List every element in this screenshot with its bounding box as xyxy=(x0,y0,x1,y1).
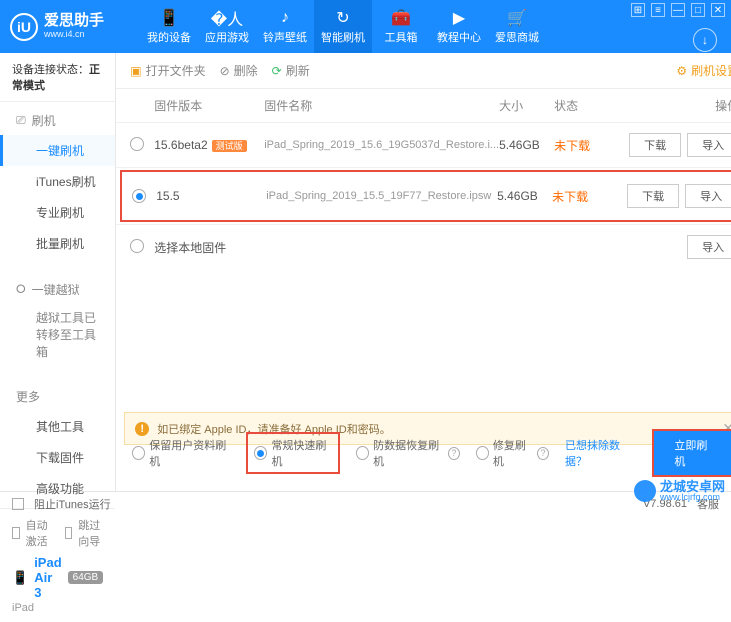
skip-wizard-checkbox[interactable] xyxy=(65,527,73,539)
delete-icon: ⊘ xyxy=(220,64,230,78)
maximize-button[interactable]: □ xyxy=(691,3,705,17)
opt-fast-flash[interactable]: 常规快速刷机 xyxy=(246,432,340,474)
nav-toolbox[interactable]: 🧰工具箱 xyxy=(372,0,430,53)
jailbreak-note: 越狱工具已转移至工具箱 xyxy=(0,304,115,366)
downloads-button[interactable]: ↓ xyxy=(693,28,717,52)
row-radio[interactable] xyxy=(130,137,144,151)
watermark-icon xyxy=(634,480,656,502)
flash-options: 保留用户资料刷机 常规快速刷机 防数据恢复刷机? 修复刷机? 已想抹除数据？ 立… xyxy=(124,423,731,483)
col-ops: 操作 xyxy=(604,97,731,114)
col-size: 大小 xyxy=(499,97,554,114)
logo-area: iU 爱思助手 www.i4.cn xyxy=(10,13,140,41)
import-button[interactable]: 导入 xyxy=(685,184,731,208)
app-header: iU 爱思助手 www.i4.cn 📱我的设备 �人应用游戏 ♪铃声壁纸 ↻智能… xyxy=(0,0,731,53)
sidebar-item-other[interactable]: 其他工具 xyxy=(0,411,115,442)
toolbar: ▣打开文件夹 ⊘删除 ⟳刷新 ⚙刷机设置 xyxy=(116,53,731,89)
main-panel: ▣打开文件夹 ⊘删除 ⟳刷新 ⚙刷机设置 固件版本 固件名称 大小 状态 操作 … xyxy=(116,53,731,491)
brand-name: 爱思助手 xyxy=(44,13,104,30)
storage-badge: 64GB xyxy=(68,571,104,584)
toolbox-icon: 🧰 xyxy=(391,9,411,27)
device-name[interactable]: 📱 iPad Air 364GB xyxy=(12,555,103,600)
col-version: 固件版本 xyxy=(154,97,264,114)
sidebar: 设备连接状态：正常模式 ⎚刷机 一键刷机 iTunes刷机 专业刷机 批量刷机 … xyxy=(0,53,116,491)
connection-status: 设备连接状态：正常模式 xyxy=(0,53,115,102)
nav-tutorials[interactable]: ▶教程中心 xyxy=(430,0,488,53)
refresh-icon: ⟳ xyxy=(272,64,282,78)
download-button[interactable]: 下载 xyxy=(629,133,681,157)
info-icon[interactable]: ? xyxy=(537,447,549,460)
brand-url: www.i4.cn xyxy=(44,30,104,40)
play-icon: ▶ xyxy=(453,9,465,27)
delete-button[interactable]: ⊘删除 xyxy=(220,62,258,79)
col-status: 状态 xyxy=(554,97,604,114)
flash-settings-button[interactable]: ⚙刷机设置 xyxy=(676,62,731,79)
watermark: 龙城安卓网 www.lcjrfg.com xyxy=(634,480,725,502)
grid-button[interactable]: ⊞ xyxy=(631,3,645,17)
sidebar-item-oneclick[interactable]: 一键刷机 xyxy=(0,135,115,166)
sidebar-head-flash: ⎚刷机 xyxy=(0,106,115,135)
col-name: 固件名称 xyxy=(264,97,499,114)
block-itunes-checkbox[interactable] xyxy=(12,498,24,510)
nav-apps[interactable]: �人应用游戏 xyxy=(198,0,256,53)
flash-now-button[interactable]: 立即刷机 xyxy=(652,429,731,477)
apps-icon: �人 xyxy=(211,9,243,27)
device-icon: 📱 xyxy=(159,9,179,27)
device-panel: 自动激活 跳过向导 📱 iPad Air 364GB iPad xyxy=(0,508,115,622)
sidebar-item-pro[interactable]: 专业刷机 xyxy=(0,197,115,228)
unlock-icon: ⭘ xyxy=(16,282,26,297)
nav-store[interactable]: 🛒爱思商城 xyxy=(488,0,546,53)
table-header: 固件版本 固件名称 大小 状态 操作 xyxy=(116,89,731,123)
logo-icon: iU xyxy=(10,13,38,41)
refresh-icon: ↻ xyxy=(336,9,349,27)
music-icon: ♪ xyxy=(281,9,289,27)
info-icon[interactable]: ? xyxy=(448,447,460,460)
import-button[interactable]: 导入 xyxy=(687,235,731,259)
gear-icon: ⚙ xyxy=(676,64,687,78)
opt-antirecovery[interactable]: 防数据恢复刷机? xyxy=(356,437,460,469)
beta-tag: 测试版 xyxy=(212,140,247,152)
opt-keep-data[interactable]: 保留用户资料刷机 xyxy=(132,437,230,469)
menu-button[interactable]: ≡ xyxy=(651,3,665,17)
download-icon: ↓ xyxy=(702,33,708,47)
download-button[interactable]: 下载 xyxy=(627,184,679,208)
device-type: iPad xyxy=(12,602,103,614)
nav-flash[interactable]: ↻智能刷机 xyxy=(314,0,372,53)
nav-my-device[interactable]: 📱我的设备 xyxy=(140,0,198,53)
folder-icon: ▣ xyxy=(130,64,141,78)
local-firmware-row[interactable]: 选择本地固件 导入 xyxy=(116,225,731,269)
window-controls: ⊞ ≡ — □ ✕ xyxy=(631,3,725,17)
sidebar-item-batch[interactable]: 批量刷机 xyxy=(0,228,115,259)
import-button[interactable]: 导入 xyxy=(687,133,731,157)
opt-repair[interactable]: 修复刷机? xyxy=(476,437,549,469)
minimize-button[interactable]: — xyxy=(671,3,685,17)
sidebar-head-more: 更多 xyxy=(0,382,115,411)
auto-activate-checkbox[interactable] xyxy=(12,527,20,539)
sidebar-item-download-fw[interactable]: 下载固件 xyxy=(0,442,115,473)
open-folder-button[interactable]: ▣打开文件夹 xyxy=(130,62,205,79)
firmware-row-selected[interactable]: 15.5 iPad_Spring_2019_15.5_19F77_Restore… xyxy=(120,170,731,222)
refresh-button[interactable]: ⟳刷新 xyxy=(272,62,310,79)
nav-ringtones[interactable]: ♪铃声壁纸 xyxy=(256,0,314,53)
row-radio[interactable] xyxy=(132,189,146,203)
phone-icon: ⎚ xyxy=(16,113,26,128)
sidebar-head-jailbreak: ⭘一键越狱 xyxy=(0,275,115,304)
firmware-row[interactable]: 15.6beta2测试版 iPad_Spring_2019_15.6_19G50… xyxy=(116,123,731,167)
row-radio[interactable] xyxy=(130,239,144,253)
erase-data-link[interactable]: 已想抹除数据？ xyxy=(565,437,636,469)
close-button[interactable]: ✕ xyxy=(711,3,725,17)
sidebar-item-itunes[interactable]: iTunes刷机 xyxy=(0,166,115,197)
cart-icon: 🛒 xyxy=(507,9,527,27)
